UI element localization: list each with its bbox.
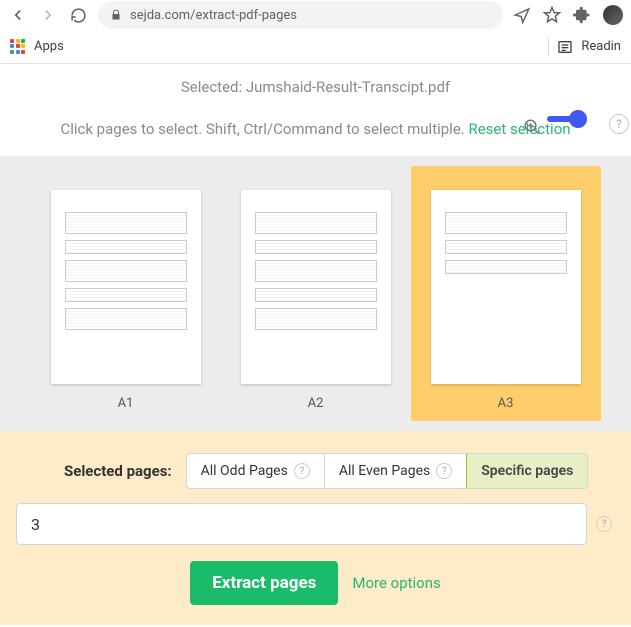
page-thumbnail-1[interactable]: A1: [51, 190, 201, 411]
selected-file-row: Selected: Jumshaid-Result-Transcipt.pdf: [0, 64, 631, 104]
segment-even-label: All Even Pages: [339, 463, 430, 479]
selection-mode-row: Selected pages: All Odd Pages ? All Even…: [16, 453, 615, 489]
selected-filename: Jumshaid-Result-Transcipt.pdf: [246, 78, 450, 96]
apps-icon[interactable]: [10, 39, 26, 55]
input-help-icon[interactable]: ?: [593, 503, 615, 545]
readinglist-icon[interactable]: [557, 39, 573, 55]
instruction-row: Click pages to select. Shift, Ctrl/Comma…: [0, 104, 631, 156]
instruction-text: Click pages to select. Shift, Ctrl/Comma…: [60, 120, 468, 138]
segment-control: All Odd Pages ? All Even Pages ? Specifi…: [186, 453, 589, 489]
page-thumbnail-2[interactable]: A2: [241, 190, 391, 411]
pages-strip: A1 A2 A3: [0, 156, 631, 431]
segment-specific-label: Specific pages: [481, 463, 573, 479]
segment-odd-label: All Odd Pages: [201, 463, 288, 479]
send-icon[interactable]: [513, 6, 531, 24]
bottom-panel: Selected pages: All Odd Pages ? All Even…: [0, 431, 631, 625]
url-text: sejda.com/extract-pdf-pages: [130, 8, 297, 23]
address-bar[interactable]: sejda.com/extract-pdf-pages: [98, 1, 503, 29]
more-options-button[interactable]: More options: [352, 561, 440, 605]
selected-pages-label: Selected pages:: [64, 462, 172, 480]
lock-icon: [110, 9, 122, 21]
page-preview: [431, 190, 581, 384]
pages-input[interactable]: [16, 503, 587, 545]
help-icon[interactable]: ?: [609, 114, 629, 134]
forward-button[interactable]: [38, 5, 58, 25]
readinglist-label[interactable]: Readin: [581, 39, 621, 54]
page-preview: [241, 190, 391, 384]
help-icon[interactable]: ?: [436, 463, 452, 479]
page-label: A3: [431, 396, 581, 411]
bookmarks-bar: Apps Readin: [0, 30, 631, 64]
apps-label[interactable]: Apps: [34, 39, 64, 54]
divider: [548, 38, 549, 56]
browser-toolbar: sejda.com/extract-pdf-pages: [0, 0, 631, 30]
back-button[interactable]: [8, 5, 28, 25]
segment-odd[interactable]: All Odd Pages ?: [187, 454, 325, 488]
help-icon[interactable]: ?: [294, 463, 310, 479]
page-input-row: ?: [16, 503, 615, 545]
chrome-actions: [513, 5, 623, 25]
page-label: A1: [51, 396, 201, 411]
selected-prefix: Selected:: [181, 78, 246, 96]
segment-specific[interactable]: Specific pages: [466, 453, 588, 489]
page-label: A2: [241, 396, 391, 411]
zoom-icon[interactable]: [523, 118, 541, 140]
page-thumbnail-3[interactable]: A3: [411, 166, 601, 421]
segment-even[interactable]: All Even Pages ?: [325, 454, 467, 488]
extract-pages-button[interactable]: Extract pages: [190, 561, 338, 605]
avatar[interactable]: [603, 5, 623, 25]
page-preview: [51, 190, 201, 384]
reset-selection-link[interactable]: Reset selection: [468, 120, 570, 138]
zoom-slider[interactable]: [547, 116, 585, 122]
star-icon[interactable]: [543, 6, 561, 24]
reload-button[interactable]: [68, 5, 88, 25]
action-row: Extract pages More options: [16, 561, 615, 605]
extensions-icon[interactable]: [573, 6, 591, 24]
